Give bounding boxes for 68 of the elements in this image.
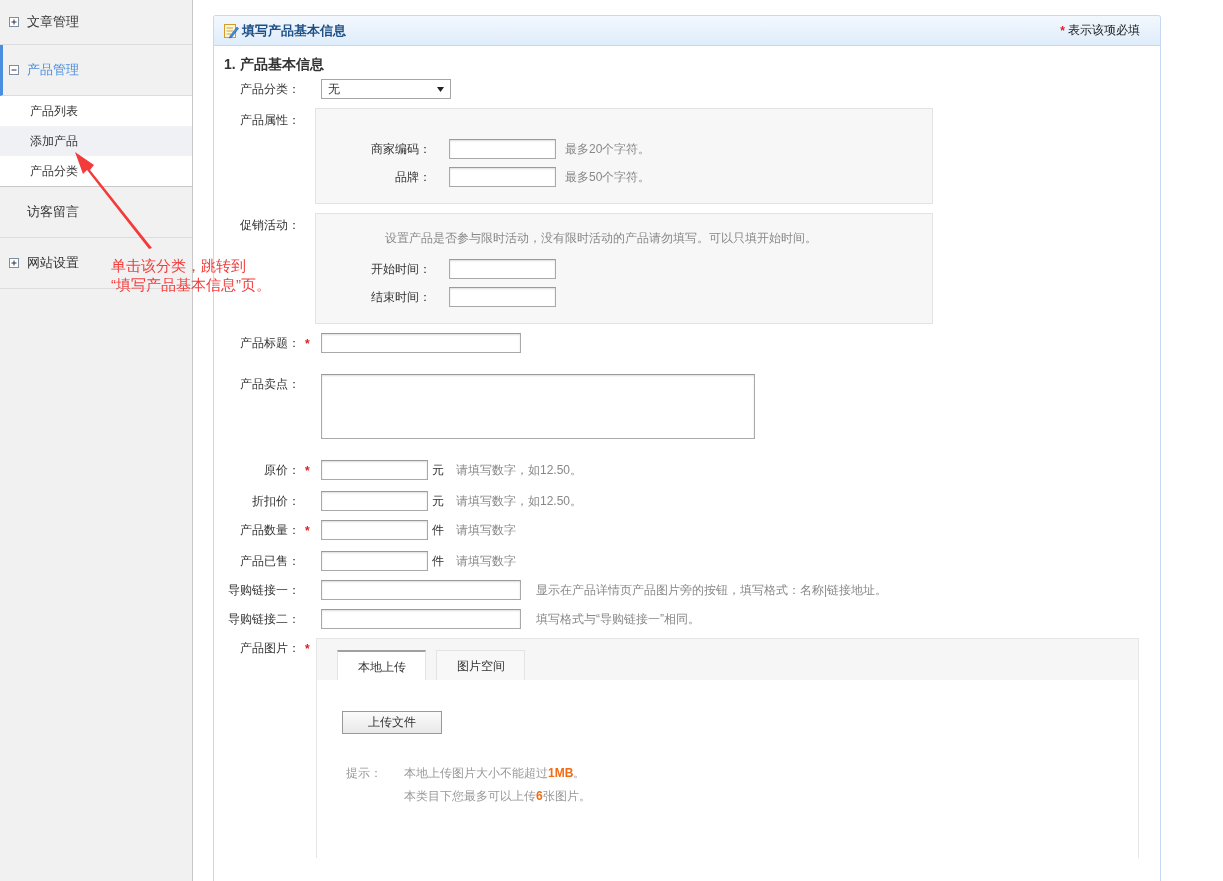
field-label: 产品图片： — [239, 640, 300, 657]
hint-text: 最多50个字符。 — [565, 168, 651, 186]
sidebar-item[interactable]: 访客留言 — [9, 203, 79, 221]
required-label: * — [305, 337, 310, 351]
hint-text: 显示在产品详情页产品图片旁的按钮，填写格式：名称|链接地址。 — [536, 581, 888, 599]
hint-text: 最多20个字符。 — [565, 140, 651, 158]
field-label: 促销活动： — [239, 217, 300, 234]
tip-label: 提示： — [346, 765, 383, 782]
field-label: 导购链接二： — [227, 611, 300, 628]
input-field[interactable] — [321, 491, 428, 511]
unit-label: 元 — [432, 492, 445, 510]
field-label: 商家编码： — [370, 140, 431, 158]
required-label: * — [1060, 23, 1065, 38]
hint-text: 设置产品是否参与限时活动，没有限时活动的产品请勿填写。可以只填开始时间。 — [384, 230, 818, 247]
field-label: 品牌： — [394, 168, 431, 186]
input-field[interactable] — [321, 333, 521, 353]
required-label: * — [305, 642, 310, 656]
unit-label: 元 — [432, 461, 445, 479]
field-label: 结束时间： — [370, 288, 431, 306]
hint-text: 请填写数字，如12.50。 — [456, 461, 583, 479]
hint-text: 请填写数字 — [456, 521, 516, 539]
input-field[interactable] — [321, 520, 428, 540]
dropdown-arrow-icon — [437, 86, 444, 92]
field-label: 产品已售： — [239, 553, 300, 570]
field-label: 产品分类： — [239, 81, 300, 98]
tab[interactable]: 本地上传 — [337, 650, 426, 680]
panel-title: 填写产品基本信息 — [242, 21, 347, 40]
sidebar-item[interactable]: 文章管理 — [9, 13, 79, 31]
input-field[interactable] — [321, 460, 428, 480]
field-label: 折扣价： — [251, 493, 300, 510]
required-label: * — [305, 464, 310, 478]
input-field[interactable] — [449, 259, 556, 279]
field-label: 开始时间： — [370, 260, 431, 278]
unit-label: 件 — [432, 521, 445, 539]
sidebar-subitem[interactable]: 产品分类 — [0, 156, 192, 186]
tab[interactable]: 图片空间 — [436, 650, 525, 680]
collapse-icon — [9, 65, 19, 75]
field-label: 原价： — [263, 462, 300, 479]
required-label: * — [305, 524, 310, 538]
required-note: 表示该项必填 — [1068, 22, 1140, 39]
expand-icon — [9, 17, 19, 27]
input-field[interactable] — [321, 609, 521, 629]
hint-text: 请填写数字 — [456, 552, 516, 570]
hint-text: 填写格式与“导购链接一”相同。 — [536, 610, 700, 628]
field-label: 导购链接一： — [227, 582, 300, 599]
hint-text: 请填写数字，如12.50。 — [456, 492, 583, 510]
field-label: 产品标题： — [239, 335, 300, 352]
tip-text: 本类目下您最多可以上传6张图片。 — [404, 788, 591, 805]
category-select[interactable]: 无 — [321, 79, 451, 99]
expand-icon — [9, 258, 19, 268]
field-label: 产品卖点： — [239, 376, 300, 393]
input-field[interactable] — [321, 551, 428, 571]
text-area[interactable] — [321, 374, 755, 439]
input-field[interactable] — [321, 580, 521, 600]
sidebar-item[interactable]: 网站设置 — [9, 254, 79, 272]
edit-icon — [223, 22, 239, 39]
sidebar-subitem[interactable]: 产品列表 — [0, 96, 192, 126]
tip-text: 本地上传图片大小不能超过1MB。 — [404, 765, 587, 782]
field-label: 产品属性： — [239, 112, 300, 129]
input-field[interactable] — [449, 287, 556, 307]
section-title: 1. 产品基本信息 — [224, 56, 325, 74]
unit-label: 件 — [432, 552, 445, 570]
upload-button[interactable]: 上传文件 — [342, 711, 442, 734]
input-field[interactable] — [449, 167, 556, 187]
annotation-text: 单击该分类，跳转到 “填写产品基本信息”页。 — [111, 256, 271, 294]
input-field[interactable] — [449, 139, 556, 159]
sidebar-subitem[interactable]: 添加产品 — [0, 126, 192, 156]
field-label: 产品数量： — [239, 522, 300, 539]
